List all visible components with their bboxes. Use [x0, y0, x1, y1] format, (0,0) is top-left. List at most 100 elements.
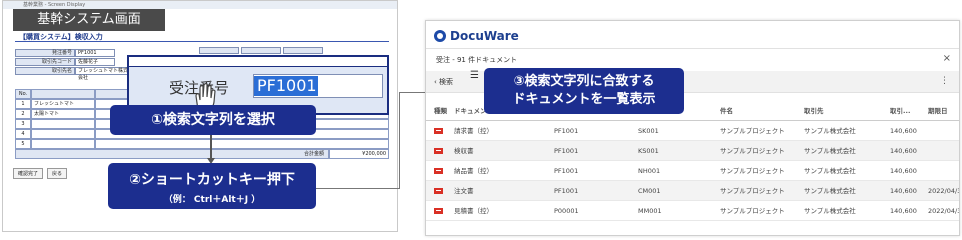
row-partner: サンプル株式会社 — [804, 187, 856, 195]
docuware-brand: DocuWare — [434, 29, 519, 43]
row-date: 2022/04/3 — [928, 207, 960, 215]
row-subject: サンプルプロジェクト — [720, 187, 785, 195]
row-order-no: PF1001 — [554, 127, 579, 135]
step2-shortcut-example: （例： Ctrl＋Alt＋J ） — [163, 195, 261, 205]
header-right-field[interactable] — [283, 47, 323, 54]
confirm-button[interactable]: 確認完了 — [13, 168, 44, 179]
row-subject: サンプルプロジェクト — [720, 147, 785, 155]
table-row[interactable]: 納品書（控） PF1001 NH001 サンプルプロジェクト サンプル株式会社 … — [426, 161, 959, 181]
row-type — [426, 181, 450, 200]
row-detail — [95, 139, 389, 149]
row-document: 請求書（控） — [454, 127, 493, 135]
table-row[interactable]: 注文書 PF1001 CM001 サンプルプロジェクト サンプル株式会社 140… — [426, 181, 960, 201]
row-item — [31, 139, 95, 149]
pdf-icon — [434, 148, 443, 154]
row-no: 3 — [15, 119, 31, 129]
row-amount: 140,600 — [890, 187, 917, 195]
row-type — [426, 161, 450, 180]
connector-line — [399, 92, 400, 189]
row-item: 太陽トマト — [31, 109, 95, 119]
column-header-type[interactable]: 種類 — [426, 101, 450, 120]
row-subject: サンプルプロジェクト — [720, 127, 785, 135]
row-amount: 140,600 — [890, 167, 917, 175]
column-header-subject[interactable]: 件名 — [720, 101, 804, 120]
step3-line1: ③検索文字列に合致する — [513, 74, 655, 89]
header-label-partner-name: 取引先名 — [15, 67, 75, 75]
header-labels: 発注番号 取引先コード 取引先名 — [15, 49, 75, 76]
header-values: PF1001 佐藤花子 フレッシュトマト株式会社 — [75, 49, 131, 81]
selected-search-text[interactable]: PF1001 — [254, 76, 318, 96]
step2-text: ②ショートカットキー押下 — [129, 172, 295, 188]
row-code: SK001 — [638, 127, 659, 135]
row-document: 見積書（控） — [454, 207, 493, 215]
header-right-field[interactable] — [241, 47, 281, 54]
row-item: フレッシュトマト — [31, 99, 95, 109]
column-header-due-date[interactable]: 期限日 — [928, 101, 959, 120]
row-document: 注文書 — [454, 187, 474, 195]
row-no: 5 — [15, 139, 31, 149]
row-item — [31, 119, 95, 129]
partner-code-field[interactable]: 佐藤花子 — [75, 58, 115, 66]
more-options-icon[interactable]: ⋮ — [940, 76, 949, 86]
step2-callout: ②ショートカットキー押下 （例： Ctrl＋Alt＋J ） — [108, 163, 316, 209]
docuware-name: DocuWare — [450, 29, 519, 43]
total-value: ¥200,000 — [329, 149, 389, 159]
header-label-partner-code: 取引先コード — [15, 58, 75, 66]
row-date: 2022/04/3 — [928, 187, 960, 195]
row-order-no: PF1001 — [554, 187, 579, 195]
row-code: NH001 — [638, 167, 661, 175]
row-date — [928, 161, 959, 180]
connector-line — [316, 188, 400, 189]
row-order-no: PF1001 — [554, 147, 579, 155]
table-row[interactable]: 請求書（控） PF1001 SK001 サンプルプロジェクト サンプル株式会社 … — [426, 121, 959, 141]
docuware-logo-icon — [434, 30, 446, 42]
step1-callout: ①検索文字列を選択 — [110, 105, 316, 135]
zoom-panel-top-bar — [129, 57, 387, 67]
zoom-order-field[interactable]: PF1001 — [253, 74, 383, 98]
row-date — [928, 121, 959, 140]
row-order-no: P00001 — [554, 207, 579, 215]
pdf-icon — [434, 188, 443, 194]
header-label-order-no: 発注番号 — [15, 49, 75, 57]
total-row: 合計金額 ¥200,000 — [15, 149, 389, 159]
pdf-icon — [434, 208, 443, 214]
row-subject: サンプルプロジェクト — [720, 207, 785, 215]
row-type — [426, 121, 450, 140]
table-row[interactable]: 見積書（控） P00001 MM001 サンプルプロジェクト サンプル株式会社 … — [426, 201, 960, 221]
row-amount: 140,600 — [890, 207, 917, 215]
pdf-icon — [434, 128, 443, 134]
back-to-search-button[interactable]: ‹ 検索 — [434, 77, 453, 87]
step3-line2: ドキュメントを一覧表示 — [512, 92, 656, 107]
row-document: 検収書 — [454, 147, 474, 155]
column-header-item — [31, 89, 95, 99]
step3-callout: ③検索文字列に合致する ドキュメントを一覧表示 — [484, 68, 684, 114]
back-button[interactable]: 戻る — [47, 168, 68, 179]
row-document: 納品書（控） — [454, 167, 493, 175]
row-item — [31, 129, 95, 139]
row-type — [426, 201, 450, 220]
row-date — [928, 141, 959, 160]
row-code: MM001 — [638, 207, 662, 215]
header-right-field[interactable] — [199, 47, 239, 54]
column-header-no: No. — [15, 89, 31, 99]
row-amount: 140,600 — [890, 147, 917, 155]
legacy-button-bar: 確認完了 戻る — [13, 168, 68, 179]
row-code: CM001 — [638, 187, 661, 195]
column-header-partner[interactable]: 取引先 — [804, 101, 890, 120]
result-table: 種類 ドキュメント 件名 取引先 取引... 期限日 請求書（控） PF1001… — [426, 101, 960, 221]
row-partner: サンプル株式会社 — [804, 167, 856, 175]
table-row[interactable]: 検収書 PF1001 KS001 サンプルプロジェクト サンプル株式会社 140… — [426, 141, 959, 161]
legacy-window-titlebar: 基幹業務 - Screen Display — [3, 1, 397, 9]
list-view-icon[interactable]: ☰ — [470, 70, 479, 81]
column-header-amount[interactable]: 取引... — [890, 101, 928, 120]
system-label: 基幹システム画面 — [13, 9, 165, 31]
close-icon[interactable]: × — [943, 53, 951, 64]
table-row[interactable]: 5 — [15, 139, 389, 149]
row-no: 1 — [15, 99, 31, 109]
row-type — [426, 141, 450, 160]
result-list-title: 受注 - 91 件ドキュメント — [436, 56, 518, 64]
order-no-field[interactable]: PF1001 — [75, 49, 115, 57]
partner-name-field[interactable]: フレッシュトマト株式会社 — [75, 67, 131, 81]
row-no: 2 — [15, 109, 31, 119]
brand-divider — [426, 48, 959, 49]
